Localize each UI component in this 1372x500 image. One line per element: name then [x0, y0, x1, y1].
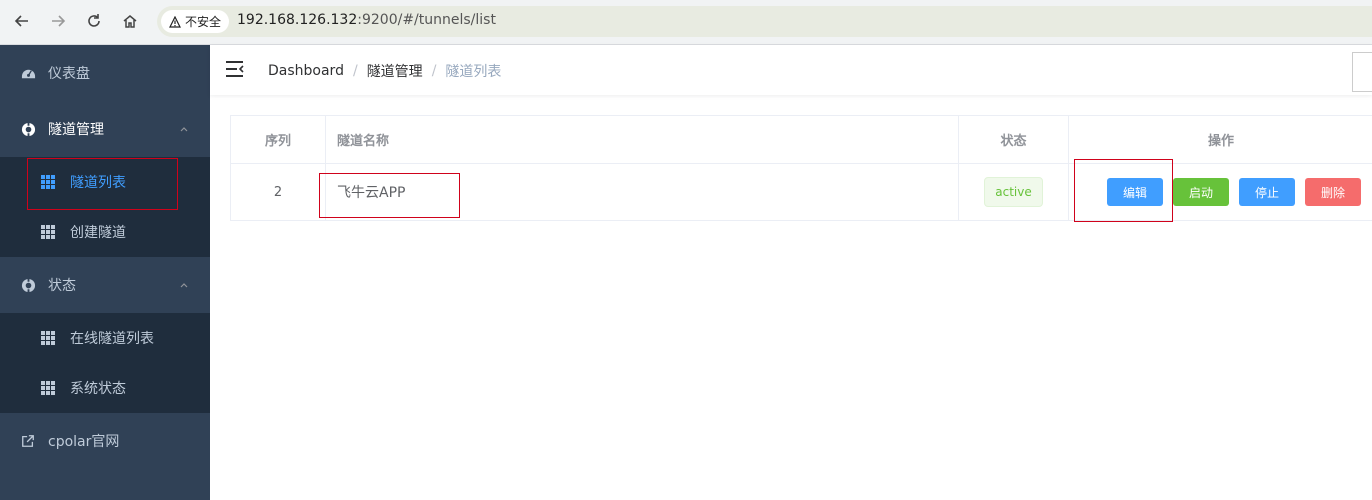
- address-bar[interactable]: 不安全 192.168.126.132:9200/#/tunnels/list: [157, 6, 1372, 37]
- sidebar-item-tunnel-management[interactable]: 隧道管理: [0, 101, 210, 157]
- grid-icon: [40, 224, 56, 240]
- sidebar-item-label: 隧道管理: [48, 122, 104, 138]
- security-label: 不安全: [185, 15, 222, 29]
- top-navbar: Dashboard / 隧道管理 / 隧道列表: [210, 45, 1372, 95]
- sidebar-item-label: 隧道列表: [70, 175, 126, 191]
- warning-icon: [169, 15, 181, 28]
- external-link-icon: [20, 433, 36, 449]
- sidebar-item-dashboard[interactable]: 仪表盘: [0, 45, 210, 101]
- sidebar-item-label: 状态: [48, 278, 76, 294]
- sidebar-item-label: 在线隧道列表: [70, 331, 154, 347]
- breadcrumb: Dashboard / 隧道管理 / 隧道列表: [268, 61, 501, 81]
- sidebar-item-label: 系统状态: [70, 381, 126, 397]
- sidebar-item-status[interactable]: 状态: [0, 257, 210, 313]
- delete-button[interactable]: 删除: [1305, 178, 1361, 206]
- cell-index: 2: [231, 164, 326, 220]
- security-chip[interactable]: 不安全: [161, 10, 229, 33]
- grid-icon: [40, 174, 56, 190]
- sidebar-item-system-status[interactable]: 系统状态: [0, 363, 210, 413]
- column-header-name: 隧道名称: [326, 116, 959, 164]
- hamburger-icon[interactable]: [226, 61, 244, 77]
- tunnel-table: 序列 隧道名称 状态 操作 2 飞牛云APP active 编辑 启动 停止 删…: [230, 115, 1372, 221]
- column-header-status: 状态: [959, 116, 1069, 164]
- action-buttons: 编辑 启动 停止 删除: [1107, 178, 1371, 206]
- avatar[interactable]: [1352, 52, 1372, 92]
- target-icon: [20, 277, 36, 293]
- breadcrumb-item-dashboard[interactable]: Dashboard: [268, 63, 344, 79]
- sidebar-item-label: 仪表盘: [48, 66, 90, 82]
- edit-button[interactable]: 编辑: [1107, 178, 1163, 206]
- chevron-up-icon: [180, 127, 188, 132]
- sidebar-item-label: cpolar官网: [48, 434, 120, 450]
- breadcrumb-item-tunnel-management[interactable]: 隧道管理: [367, 61, 423, 81]
- url-path: :9200/#/tunnels/list: [357, 12, 496, 28]
- breadcrumb-item-tunnel-list: 隧道列表: [445, 64, 502, 80]
- url-text[interactable]: 192.168.126.132:9200/#/tunnels/list: [237, 12, 496, 28]
- cell-status: active: [959, 164, 1069, 220]
- sidebar: 仪表盘 隧道管理 隧道列表 创建隧道 状态 在线隧道列表 系统状态 cpolar…: [0, 45, 210, 500]
- breadcrumb-separator: /: [431, 63, 437, 79]
- start-button[interactable]: 启动: [1173, 178, 1229, 206]
- target-icon: [20, 121, 36, 137]
- chevron-up-icon: [180, 283, 188, 288]
- url-host: 192.168.126.132: [237, 12, 358, 28]
- reload-icon[interactable]: [83, 10, 105, 32]
- stop-button[interactable]: 停止: [1239, 178, 1295, 206]
- back-icon[interactable]: [11, 10, 33, 32]
- sidebar-item-online-tunnels[interactable]: 在线隧道列表: [0, 313, 210, 363]
- breadcrumb-separator: /: [352, 63, 358, 79]
- grid-icon: [40, 330, 56, 346]
- grid-icon: [40, 380, 56, 396]
- sidebar-item-create-tunnel[interactable]: 创建隧道: [0, 207, 210, 257]
- sidebar-item-tunnel-list[interactable]: 隧道列表: [0, 157, 210, 207]
- dashboard-icon: [20, 65, 36, 81]
- forward-icon[interactable]: [47, 10, 69, 32]
- browser-toolbar: 不安全 192.168.126.132:9200/#/tunnels/list: [0, 0, 1372, 45]
- sidebar-item-cpolar-site[interactable]: cpolar官网: [0, 413, 210, 469]
- cell-tunnel-name: 飞牛云APP: [326, 164, 959, 220]
- column-header-index: 序列: [231, 116, 326, 164]
- status-badge: active: [984, 177, 1043, 207]
- sidebar-item-label: 创建隧道: [70, 225, 126, 241]
- home-icon[interactable]: [119, 10, 141, 32]
- column-header-actions: 操作: [1069, 116, 1372, 164]
